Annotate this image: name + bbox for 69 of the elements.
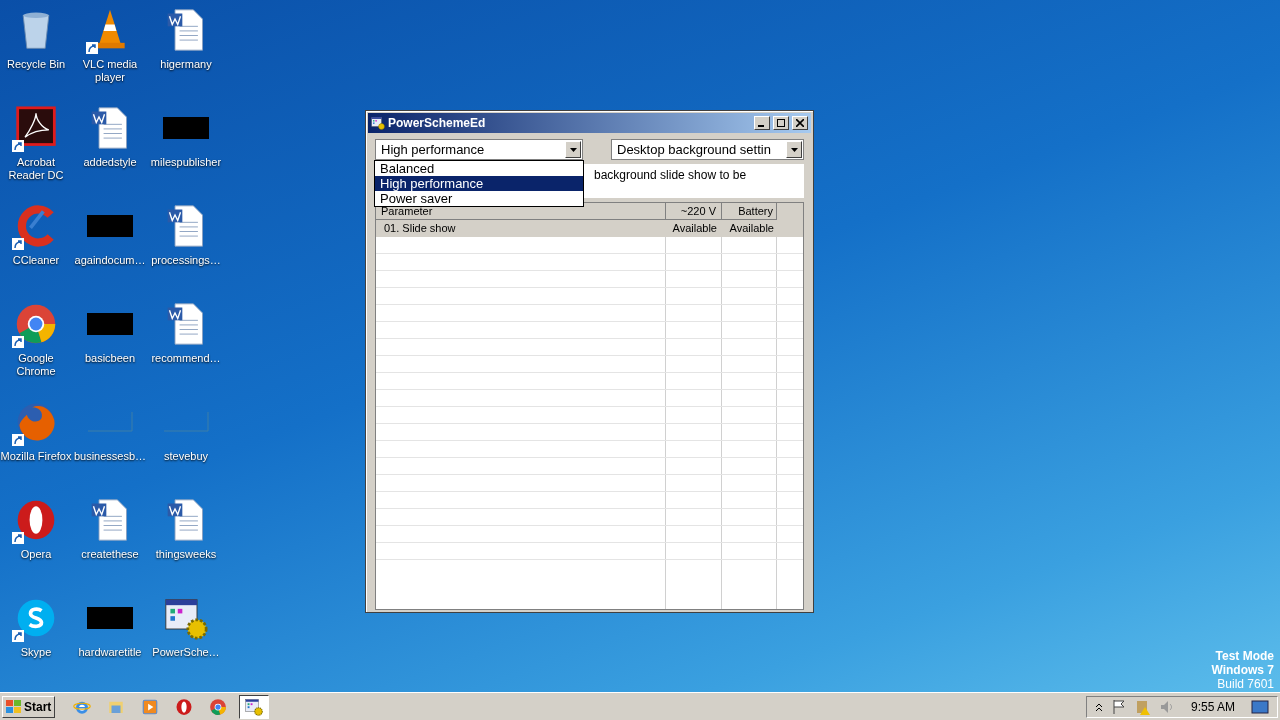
- table-cell-text: Available: [671, 221, 718, 236]
- icon-label: Opera: [20, 548, 52, 561]
- icon-label: hardwaretitle: [78, 646, 142, 659]
- shortcut-arrow-icon: [86, 42, 98, 54]
- play-icon: [141, 697, 160, 716]
- icon-label: milespublisher: [150, 156, 222, 169]
- redacted-block: [87, 313, 133, 335]
- minimize-button[interactable]: [754, 116, 770, 130]
- icon-label: businessesb…: [73, 450, 147, 463]
- icon-label: stevebuy: [164, 450, 208, 463]
- icon-label: VLC media player: [81, 58, 139, 84]
- chevron-up-icon[interactable]: [1094, 701, 1103, 712]
- clock-text[interactable]: 9:55 AM: [1190, 697, 1235, 716]
- blank-icon: [163, 411, 209, 433]
- icon-label: basicbeen: [84, 352, 136, 365]
- redacted-block: [163, 117, 209, 139]
- shortcut-arrow-icon: [12, 140, 24, 152]
- redacted-block: [87, 215, 133, 237]
- icon-label: Acrobat Reader DC: [7, 156, 65, 182]
- setting-dropdown[interactable]: Desktop background settin: [611, 139, 804, 160]
- icon-label: processings…: [151, 254, 221, 267]
- flag-icon[interactable]: [1110, 698, 1127, 715]
- close-icon: [796, 119, 804, 127]
- gear-window-icon: [164, 596, 208, 640]
- taskbar-button[interactable]: [239, 694, 270, 719]
- o-logo-icon: [175, 697, 194, 716]
- maximize-icon: [777, 119, 785, 127]
- shortcut-arrow-icon: [12, 336, 24, 348]
- icon-label: Mozilla Firefox: [0, 450, 72, 463]
- shortcut-arrow-icon: [12, 434, 24, 446]
- window-title: PowerSchemeEd: [388, 115, 487, 132]
- browser-icon: [14, 302, 58, 346]
- icon-label: higermany: [160, 58, 212, 71]
- dropdown-option[interactable]: Power saver: [375, 191, 583, 206]
- gear-window-icon: [371, 116, 385, 130]
- shortcut-arrow-icon: [12, 630, 24, 642]
- show-desktop-icon[interactable]: [1251, 698, 1269, 715]
- shortcut-arrow-icon: [12, 532, 24, 544]
- redacted-block: [87, 607, 133, 629]
- icon-label: Skype: [20, 646, 52, 659]
- blank-icon: [87, 411, 133, 433]
- icon-label: Google Chrome: [15, 352, 57, 378]
- table-row[interactable]: 01. Slide show Available Available: [376, 220, 803, 237]
- icon-label: thingsweeks: [155, 548, 217, 561]
- maximize-button[interactable]: [773, 116, 789, 130]
- caret-icon: [790, 147, 798, 152]
- dropdown-option[interactable]: Balanced: [375, 161, 583, 176]
- dropdown-option[interactable]: High performance: [375, 176, 583, 191]
- icon-label: recommend…: [151, 352, 221, 365]
- gear-window-icon: [245, 697, 264, 716]
- table-cell-text: Available: [728, 221, 775, 236]
- icon-label: addedstyle: [83, 156, 137, 169]
- table-cell-text: 01. Slide show: [383, 221, 457, 236]
- browser-icon: [209, 697, 228, 716]
- test-mode-text: Build 7601: [1217, 677, 1274, 691]
- start-button[interactable]: Start: [2, 695, 56, 718]
- icon-label: Recycle Bin: [6, 58, 66, 71]
- icon-label: PowerSche…: [152, 646, 220, 659]
- test-mode-text: Test Mode: [1215, 649, 1274, 663]
- scheme-dropdown[interactable]: High performance: [375, 139, 583, 160]
- close-button[interactable]: [792, 116, 808, 130]
- icon-label: CCleaner: [12, 254, 60, 267]
- icon-label: againdocum…: [74, 254, 146, 267]
- windows-logo-icon: [6, 699, 22, 714]
- shortcut-arrow-icon: [12, 238, 24, 250]
- icon-label: createthese: [81, 548, 139, 561]
- caret-icon: [569, 147, 577, 152]
- test-mode-text: Windows 7: [1211, 663, 1274, 677]
- description-text: background slide show to be: [594, 167, 747, 184]
